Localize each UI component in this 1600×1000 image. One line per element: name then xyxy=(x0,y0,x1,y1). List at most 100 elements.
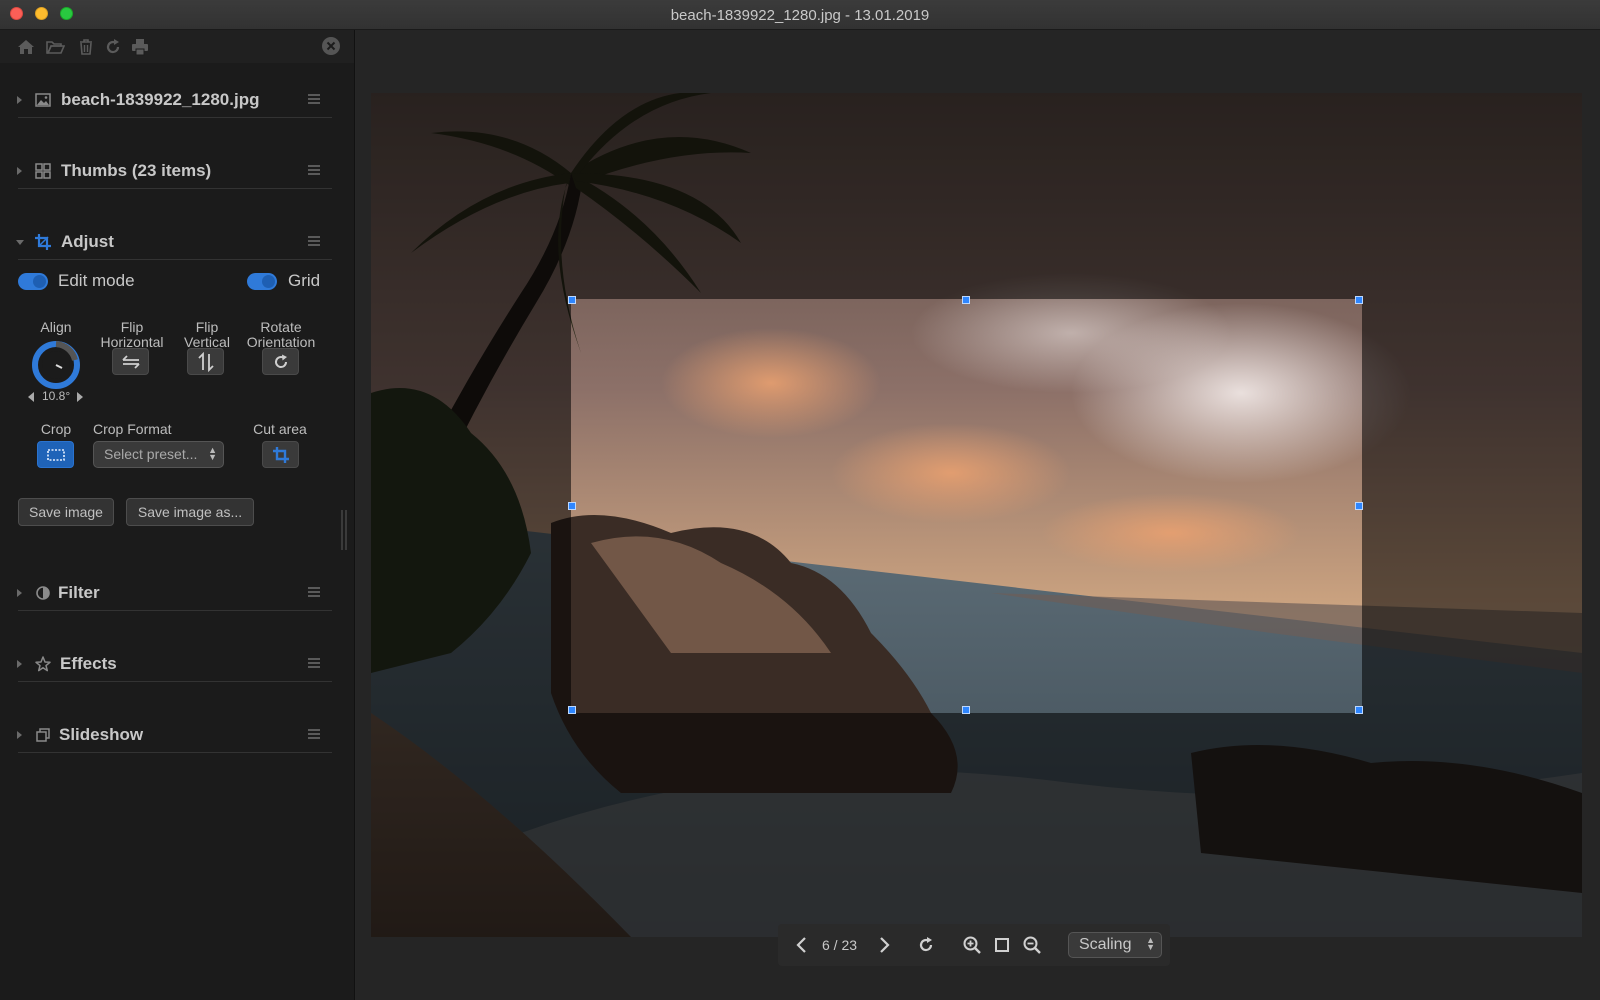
section-slideshow[interactable]: Slideshow xyxy=(0,718,354,754)
divider xyxy=(18,117,332,118)
rotate-label-line1: Rotate xyxy=(260,319,302,335)
section-menu-icon[interactable] xyxy=(308,729,320,739)
crop-icon xyxy=(273,447,289,463)
edit-mode-toggle[interactable] xyxy=(18,273,48,290)
cut-area-button[interactable] xyxy=(262,441,299,468)
align-dial[interactable] xyxy=(31,340,81,390)
section-menu-icon[interactable] xyxy=(308,94,320,104)
divider xyxy=(18,188,332,189)
sidebar-toolbar xyxy=(0,30,354,63)
chevron-left-icon xyxy=(796,937,806,953)
chevron-down-icon xyxy=(16,240,24,245)
refresh-icon xyxy=(919,937,933,952)
section-file-label: beach-1839922_1280.jpg xyxy=(61,90,260,109)
crop-handle-top[interactable] xyxy=(962,296,970,304)
crop-icon xyxy=(34,233,52,251)
scaling-value: Scaling xyxy=(1079,936,1132,953)
grid-toggle[interactable] xyxy=(247,273,277,290)
section-menu-icon[interactable] xyxy=(308,658,320,668)
select-arrows-icon: ▲ ▼ xyxy=(1146,935,1155,952)
photo-canvas[interactable] xyxy=(371,93,1582,937)
fit-button[interactable] xyxy=(992,935,1012,955)
print-icon[interactable] xyxy=(130,37,150,57)
trash-icon[interactable] xyxy=(76,37,96,57)
crop-format-value: Select preset... xyxy=(104,446,198,462)
rotate-orientation-button[interactable] xyxy=(262,348,299,375)
cut-area-label: Cut area xyxy=(253,421,307,437)
crop-handle-bl[interactable] xyxy=(568,706,576,714)
crop-button[interactable] xyxy=(37,441,74,468)
divider xyxy=(18,681,332,682)
align-decrease-button[interactable] xyxy=(28,392,34,402)
section-adjust[interactable]: Adjust xyxy=(0,225,354,261)
section-file[interactable]: beach-1839922_1280.jpg xyxy=(0,83,354,119)
crop-handle-bottom[interactable] xyxy=(962,706,970,714)
image-viewer: 6 / 23 Scaling ▲ ▼ xyxy=(356,30,1600,1000)
grid-label: Grid xyxy=(288,271,321,290)
save-image-button[interactable]: Save image xyxy=(18,498,114,526)
sidebar-splitter[interactable] xyxy=(341,510,347,550)
flip-vertical-label: Flip Vertical xyxy=(174,320,240,350)
refresh-icon[interactable] xyxy=(103,37,123,57)
grid-icon xyxy=(34,162,52,180)
chevron-right-icon xyxy=(880,937,890,953)
app-window: beach-1839922_1280.jpg - 13.01.2019 beac… xyxy=(0,0,1600,1000)
section-menu-icon[interactable] xyxy=(308,236,320,246)
zoom-in-button[interactable] xyxy=(962,935,982,955)
window-title: beach-1839922_1280.jpg - 13.01.2019 xyxy=(670,7,930,24)
viewer-navbar: 6 / 23 Scaling ▲ ▼ xyxy=(778,924,1170,966)
section-adjust-label: Adjust xyxy=(61,232,114,251)
flip-horizontal-button[interactable] xyxy=(112,348,149,375)
section-effects-label: Effects xyxy=(60,654,117,673)
section-thumbs-label: Thumbs (23 items) xyxy=(61,161,212,180)
divider xyxy=(18,752,332,753)
home-icon[interactable] xyxy=(16,37,36,57)
align-label: Align xyxy=(40,319,72,335)
slideshow-icon xyxy=(34,726,52,744)
section-thumbs[interactable]: Thumbs (23 items) xyxy=(0,154,354,190)
next-image-button[interactable] xyxy=(874,935,894,955)
zoom-out-button[interactable] xyxy=(1022,935,1042,955)
rotate-button[interactable] xyxy=(916,935,936,955)
save-image-as-button[interactable]: Save image as... xyxy=(126,498,254,526)
flip-vertical-label-line1: Flip xyxy=(195,319,219,335)
crop-label: Crop xyxy=(40,421,72,437)
section-menu-icon[interactable] xyxy=(308,165,320,175)
crop-format-label: Crop Format xyxy=(93,421,172,437)
contrast-icon xyxy=(34,584,52,602)
title-bar: beach-1839922_1280.jpg - 13.01.2019 xyxy=(0,0,1600,30)
section-filter[interactable]: Filter xyxy=(0,576,354,612)
zoom-in-icon xyxy=(963,936,981,954)
scaling-select[interactable]: Scaling ▲ ▼ xyxy=(1068,932,1162,958)
crop-format-select[interactable]: Select preset... ▲ ▼ xyxy=(93,441,224,468)
chevron-right-icon xyxy=(17,731,22,739)
crop-handle-br[interactable] xyxy=(1355,706,1363,714)
previous-image-button[interactable] xyxy=(792,935,812,955)
section-effects[interactable]: Effects xyxy=(0,647,354,683)
align-value: 10.8° xyxy=(42,389,71,403)
rotate-icon xyxy=(275,354,288,368)
crop-handle-left[interactable] xyxy=(568,502,576,510)
close-circle-icon[interactable] xyxy=(321,36,341,56)
flip-horizontal-label-line1: Flip xyxy=(120,319,144,335)
crop-handle-tl[interactable] xyxy=(568,296,576,304)
flip-vertical-button[interactable] xyxy=(187,348,224,375)
chevron-right-icon xyxy=(17,96,22,104)
section-slideshow-label: Slideshow xyxy=(59,725,144,744)
chevron-right-icon xyxy=(17,660,22,668)
align-increase-button[interactable] xyxy=(77,392,83,402)
sidebar: beach-1839922_1280.jpg Thumbs (23 items)… xyxy=(0,30,355,1000)
section-filter-label: Filter xyxy=(58,583,100,602)
crop-rect-icon xyxy=(47,449,65,461)
flip-horizontal-label: Flip Horizontal xyxy=(94,320,170,350)
select-arrows-icon: ▲ ▼ xyxy=(208,445,217,462)
image-icon xyxy=(34,91,52,109)
zoom-out-icon xyxy=(1023,936,1041,954)
square-icon xyxy=(995,938,1009,952)
chevron-right-icon xyxy=(17,589,22,597)
image-counter: 6 / 23 xyxy=(822,937,858,953)
section-menu-icon[interactable] xyxy=(308,587,320,597)
crop-handle-tr[interactable] xyxy=(1355,296,1363,304)
folder-open-icon[interactable] xyxy=(45,37,65,57)
crop-handle-right[interactable] xyxy=(1355,502,1363,510)
